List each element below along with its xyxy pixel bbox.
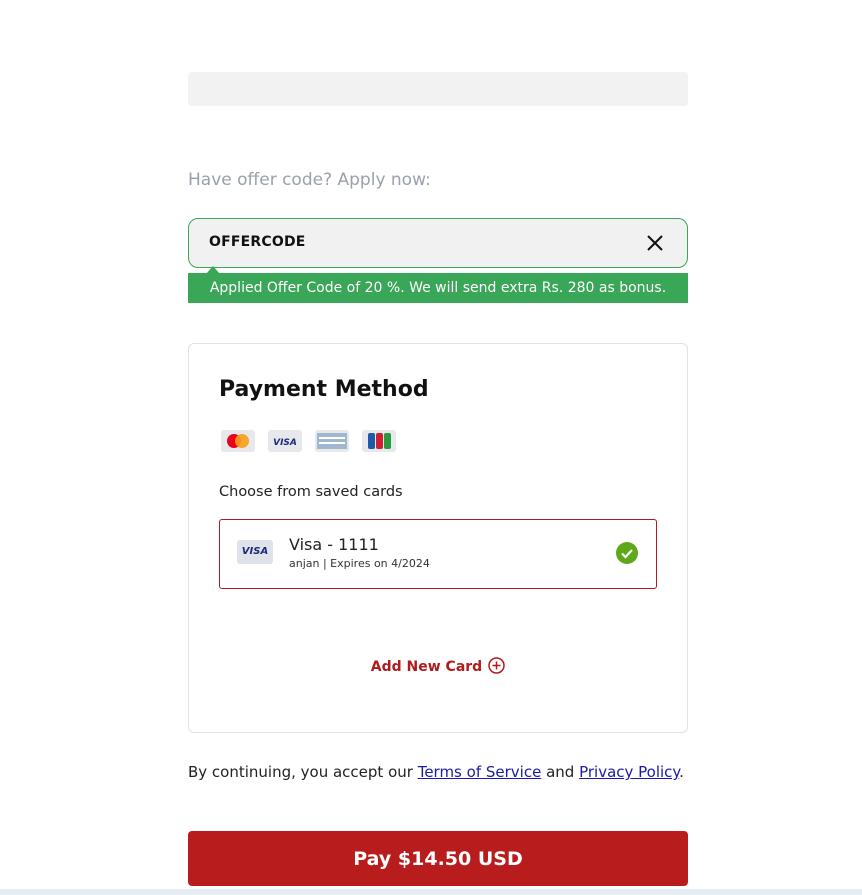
privacy-policy-link[interactable]: Privacy Policy [579,763,679,781]
visa-card-badge: VISA [237,540,273,564]
plus-circle-icon [488,657,505,674]
saved-card-name: Visa - 1111 [289,535,379,554]
svg-text:VISA: VISA [273,438,297,448]
payment-method-panel: Payment Method VISA Choose from saved ca… [188,343,688,733]
visa-icon: VISA [268,430,302,452]
mastercard-icon [221,430,255,452]
payment-method-title: Payment Method [219,377,429,402]
offer-applied-message: Applied Offer Code of 20 %. We will send… [188,273,688,303]
terms-notice: By continuing, you accept our Terms of S… [188,763,688,782]
add-new-card-label: Add New Card [370,659,483,675]
add-new-card-button[interactable]: Add New Card [189,657,687,675]
offer-code-prompt: Have offer code? Apply now: [188,170,431,190]
saved-card-visa-1111[interactable]: VISA Visa - 1111 anjan | Expires on 4/20… [219,519,657,589]
terms-suffix: . [679,763,684,781]
offer-code-field[interactable]: OFFERCODE [188,218,688,268]
terms-prefix: By continuing, you accept our [188,763,418,781]
pay-button[interactable]: Pay $14.50 USD [188,831,688,886]
bottom-edge [0,889,862,895]
terms-and: and [541,763,580,781]
offer-code-value: OFFERCODE [209,234,306,250]
saved-card-details: anjan | Expires on 4/2024 [289,557,430,570]
close-icon[interactable] [645,233,665,253]
saved-cards-label: Choose from saved cards [219,484,403,500]
amex-icon [315,430,349,452]
jcb-icon [362,430,396,452]
top-input-placeholder [188,72,688,106]
terms-of-service-link[interactable]: Terms of Service [418,763,542,781]
check-circle-icon [616,542,638,564]
